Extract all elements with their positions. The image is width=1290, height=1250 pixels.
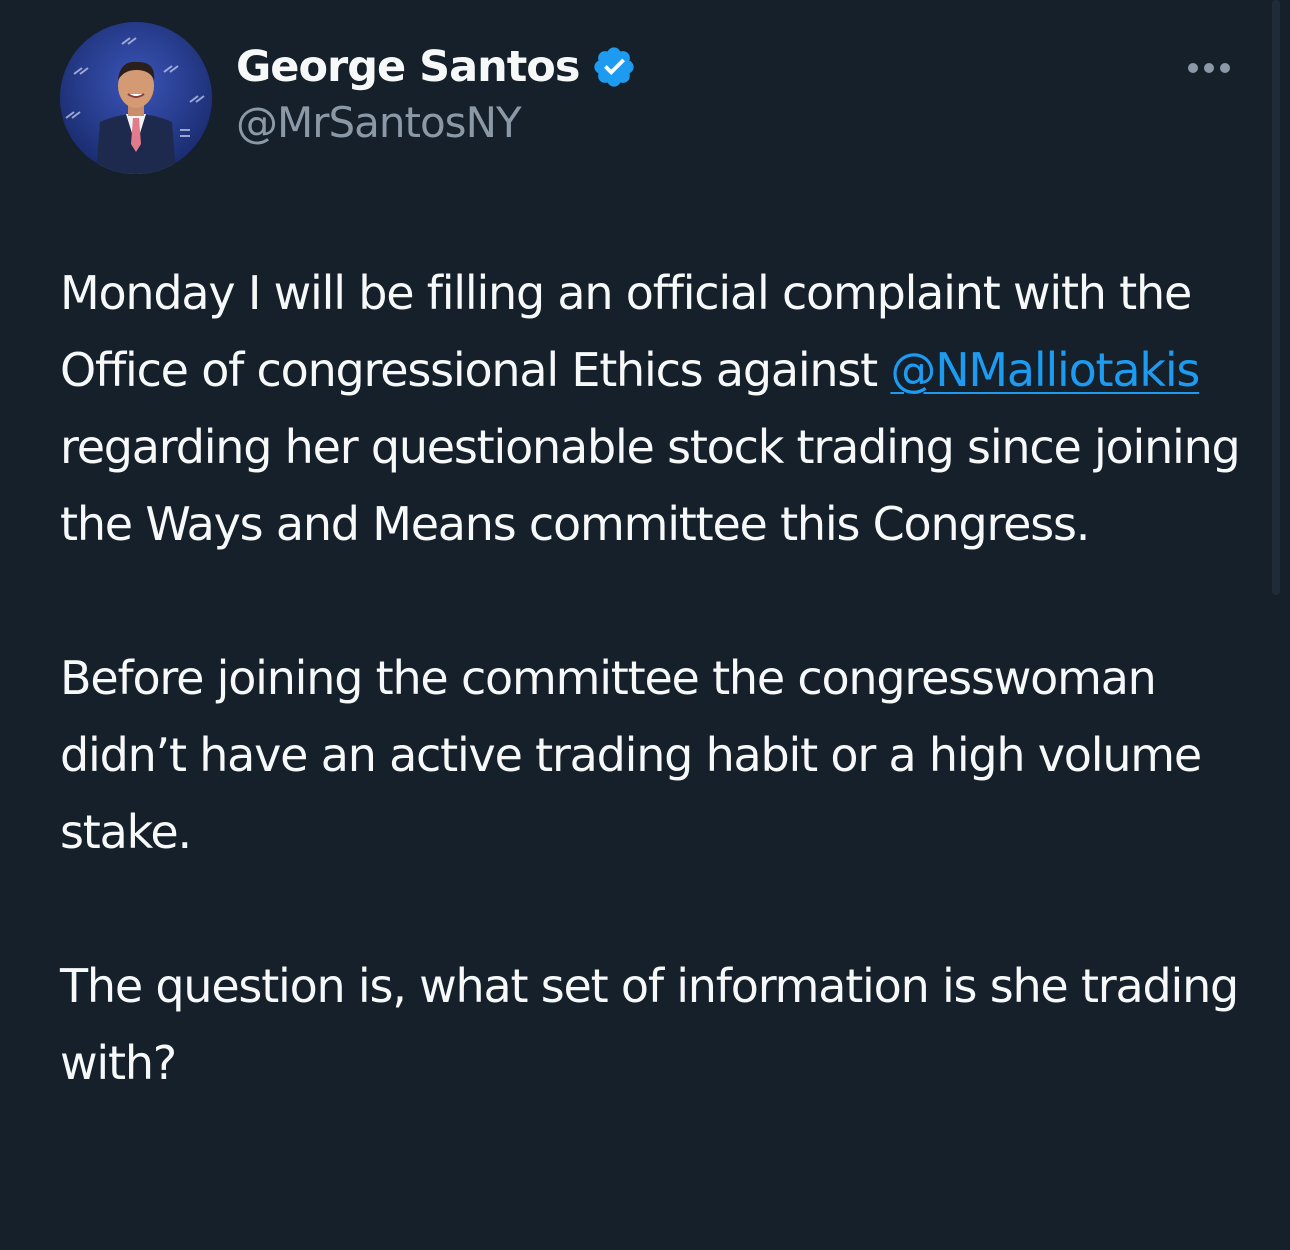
tweet-paragraph-2: Before joining the committee the congres… xyxy=(60,651,1202,859)
more-options-button[interactable] xyxy=(1178,50,1240,86)
tweet-text-segment: regarding her questionable stock trading… xyxy=(60,420,1241,551)
tweet-text: Monday I will be filling an official com… xyxy=(60,255,1260,1102)
tweet-paragraph-1: Monday I will be filling an official com… xyxy=(60,255,1260,563)
verified-badge-icon[interactable] xyxy=(591,44,637,90)
scrollbar[interactable] xyxy=(1272,0,1280,595)
tweet-paragraph-3: The question is, what set of information… xyxy=(60,959,1239,1090)
author-info: George Santos @MrSantosNY xyxy=(236,38,637,147)
avatar-photo xyxy=(60,22,212,174)
mention-link[interactable]: @NMalliotakis xyxy=(890,343,1200,397)
display-name[interactable]: George Santos xyxy=(236,42,580,92)
author-handle[interactable]: @MrSantosNY xyxy=(236,98,637,147)
more-options-icon xyxy=(1188,63,1230,73)
display-name-row: George Santos xyxy=(236,38,637,96)
tweet-card: George Santos @MrSantosNY Monday I will … xyxy=(0,0,1290,1250)
avatar[interactable] xyxy=(60,22,212,174)
tweet-header: George Santos @MrSantosNY xyxy=(60,22,1240,177)
